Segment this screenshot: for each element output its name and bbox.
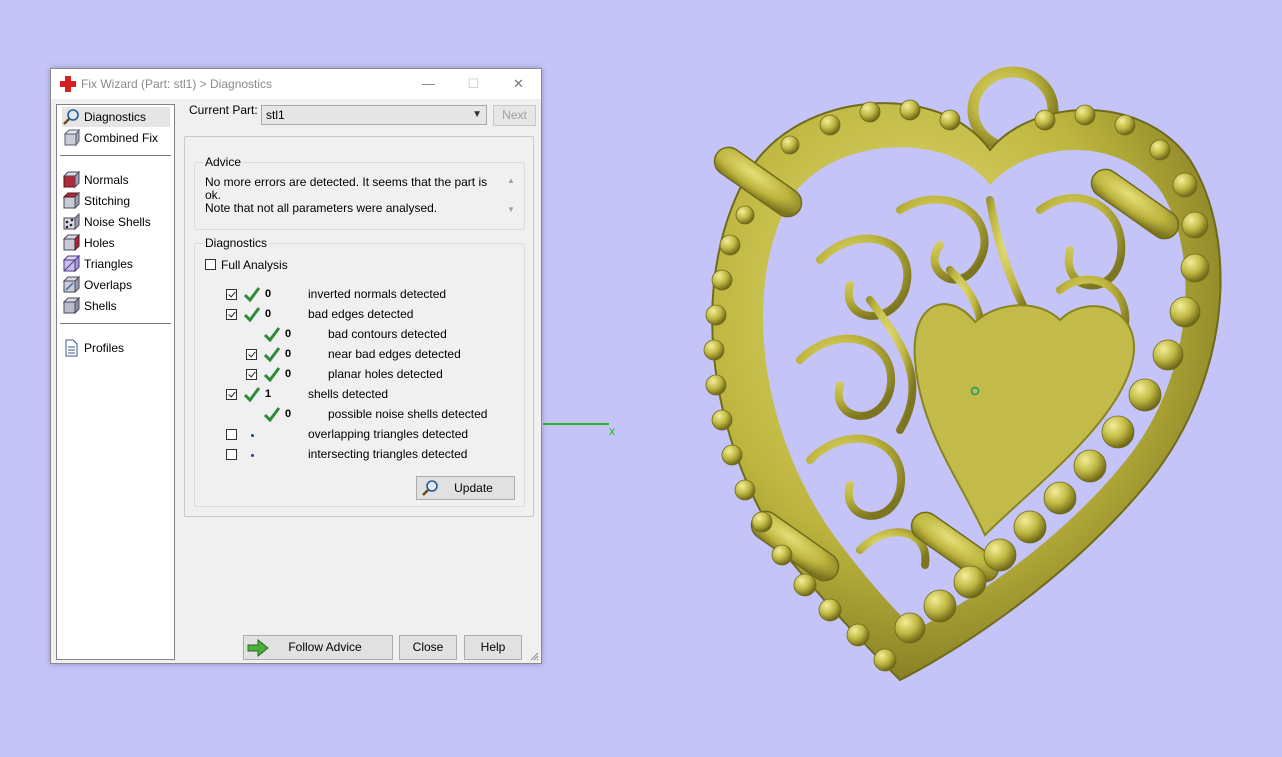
advice-line-1: No more errors are detected. It seems th… xyxy=(205,175,488,202)
sidebar-item-holes[interactable]: Holes xyxy=(62,233,115,253)
overlapping-triangles-checkbox[interactable] xyxy=(226,429,237,440)
advice-scrollbar[interactable]: ▲ ▼ xyxy=(504,176,518,224)
green-check-icon xyxy=(244,307,260,322)
intersecting-triangles-checkbox[interactable] xyxy=(226,449,237,460)
bad-edges-label: bad edges detected xyxy=(308,307,414,321)
near-bad-edges-label: near bad edges detected xyxy=(328,347,461,361)
sidebar-item-shells[interactable]: Shells xyxy=(62,296,117,316)
green-check-icon xyxy=(264,407,280,422)
planar-holes-checkbox[interactable] xyxy=(246,369,257,380)
sidebar-item-combined-fix[interactable]: Combined Fix xyxy=(62,128,158,148)
diagnostics-title: Diagnostics xyxy=(203,236,270,250)
planar-holes-count: 0 xyxy=(285,368,292,380)
near-bad-edges-checkbox[interactable] xyxy=(246,349,257,360)
magnifier-icon xyxy=(422,480,438,496)
main-panel: Advice No more errors are detected. It s… xyxy=(184,136,534,517)
bad-edges-count: 0 xyxy=(265,308,272,320)
sidebar-item-profiles[interactable]: Profiles xyxy=(62,338,124,358)
help-button[interactable]: Help xyxy=(464,635,522,660)
scroll-up-icon[interactable]: ▲ xyxy=(504,176,518,185)
title-bar[interactable]: Fix Wizard (Part: stl1) > Diagnostics — … xyxy=(51,69,541,99)
bad-contours-count: 0 xyxy=(285,328,292,340)
window-title: Fix Wizard (Part: stl1) > Diagnostics xyxy=(81,77,273,91)
current-part-select[interactable]: stl1 ▼ xyxy=(261,105,487,125)
advice-group: Advice No more errors are detected. It s… xyxy=(194,155,525,230)
overlapping-triangles-label: overlapping triangles detected xyxy=(308,427,469,441)
sidebar-separator xyxy=(60,323,171,324)
planar-holes-label: planar holes detected xyxy=(328,367,443,381)
advice-text: No more errors are detected. It seems th… xyxy=(205,176,495,215)
sidebar: Diagnostics Combined Fix Normals Stitchi… xyxy=(56,104,175,660)
close-window-button[interactable]: ✕ xyxy=(496,69,541,99)
update-label: Update xyxy=(454,481,493,495)
combined-fix-icon xyxy=(63,129,80,147)
fix-wizard-dialog: Fix Wizard (Part: stl1) > Diagnostics — … xyxy=(50,68,542,664)
sidebar-item-stitching[interactable]: Stitching xyxy=(62,191,130,211)
inverted-normals-label: inverted normals detected xyxy=(308,287,447,301)
near-bad-edges-count: 0 xyxy=(285,348,292,360)
noise-shells-cube-icon xyxy=(63,213,80,231)
update-button[interactable]: Update xyxy=(416,476,515,500)
noise-shells-label: possible noise shells detected xyxy=(328,407,488,421)
diagnostics-group: Diagnostics Full Analysis 0 inverted nor… xyxy=(194,236,525,507)
holes-cube-icon xyxy=(62,234,80,252)
red-cross-icon xyxy=(60,76,76,92)
triangles-cube-icon xyxy=(62,255,80,273)
normals-cube-icon xyxy=(62,171,80,189)
stitching-cube-icon xyxy=(62,192,80,210)
current-part-value: stl1 xyxy=(266,108,285,122)
green-check-icon xyxy=(244,387,260,402)
minimize-button[interactable]: — xyxy=(406,69,451,99)
document-icon xyxy=(65,339,78,357)
sidebar-separator xyxy=(60,155,171,156)
magnifier-icon xyxy=(63,109,79,125)
sidebar-item-overlaps[interactable]: Overlaps xyxy=(62,275,132,295)
maximize-button[interactable]: ☐ xyxy=(451,69,496,99)
sidebar-item-diagnostics[interactable]: Diagnostics xyxy=(62,107,170,127)
shells-label: shells detected xyxy=(308,387,389,401)
follow-advice-button[interactable]: Follow Advice xyxy=(243,635,393,660)
green-check-icon xyxy=(264,367,280,382)
shells-cube-icon xyxy=(62,297,80,315)
full-analysis-checkbox[interactable] xyxy=(205,259,216,270)
shells-count: 1 xyxy=(265,388,272,400)
chevron-down-icon: ▼ xyxy=(472,109,482,120)
status-dot-icon xyxy=(251,434,254,437)
sidebar-item-normals[interactable]: Normals xyxy=(62,170,129,190)
follow-advice-label: Follow Advice xyxy=(288,640,362,654)
intersecting-triangles-label: intersecting triangles detected xyxy=(308,447,468,461)
noise-shells-count: 0 xyxy=(285,408,292,420)
inverted-normals-checkbox[interactable] xyxy=(226,289,237,300)
sidebar-item-noise-shells[interactable]: Noise Shells xyxy=(62,212,151,232)
overlaps-cube-icon xyxy=(62,276,80,294)
sidebar-item-triangles[interactable]: Triangles xyxy=(62,254,133,274)
close-button[interactable]: Close xyxy=(399,635,457,660)
status-dot-icon xyxy=(251,454,254,457)
inverted-normals-count: 0 xyxy=(265,288,272,300)
advice-title: Advice xyxy=(203,155,244,169)
advice-line-2: Note that not all parameters were analys… xyxy=(205,201,438,215)
green-check-icon xyxy=(264,347,280,362)
resize-grip-icon[interactable] xyxy=(529,651,539,661)
bad-edges-checkbox[interactable] xyxy=(226,309,237,320)
green-check-icon xyxy=(264,327,280,342)
full-analysis-label: Full Analysis xyxy=(221,258,288,272)
scroll-down-icon[interactable]: ▼ xyxy=(504,205,518,214)
green-check-icon xyxy=(244,287,260,302)
current-part-label: Current Part: xyxy=(189,103,258,117)
next-button[interactable]: Next xyxy=(493,105,536,126)
shells-checkbox[interactable] xyxy=(226,389,237,400)
green-arrow-icon xyxy=(247,639,269,657)
bad-contours-label: bad contours detected xyxy=(328,327,447,341)
